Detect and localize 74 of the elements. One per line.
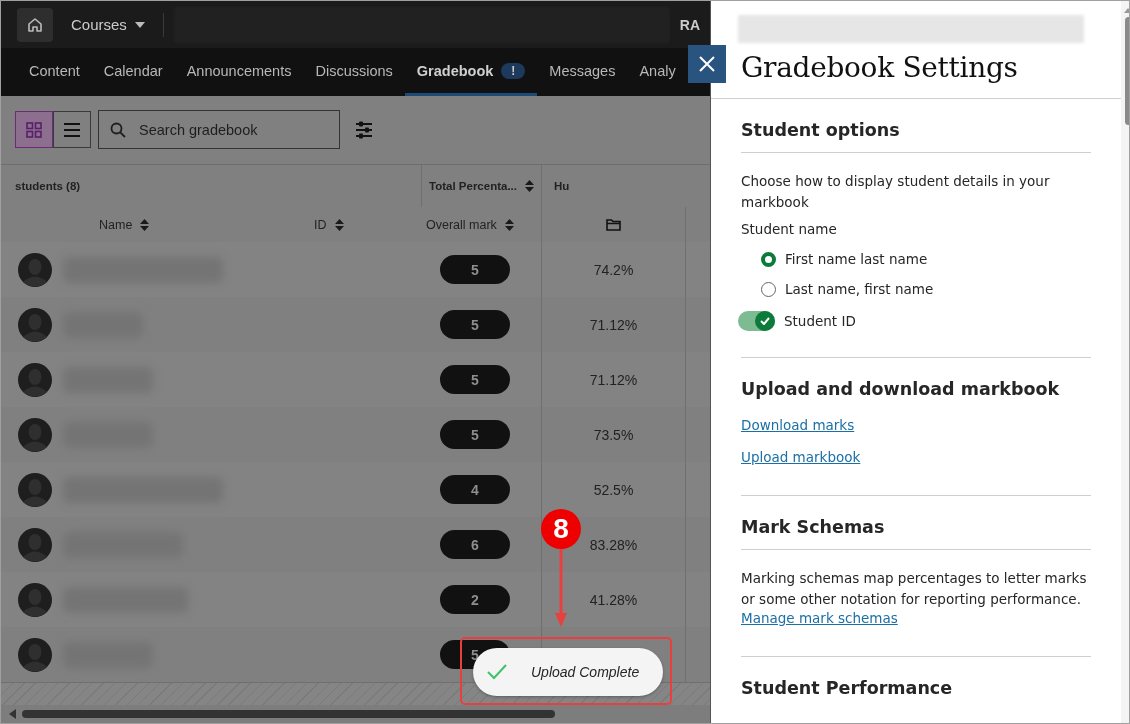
mark-pill[interactable]: 5 bbox=[440, 310, 510, 339]
mark-pill[interactable]: 5 bbox=[440, 420, 510, 449]
link[interactable]: Download marks bbox=[741, 417, 855, 433]
search-field[interactable]: Search gradebook bbox=[98, 110, 340, 150]
field-label: Student name bbox=[741, 221, 838, 237]
toast-message: Upload Complete bbox=[531, 664, 640, 680]
radio-option[interactable]: Last name, first name bbox=[761, 281, 934, 297]
mark-pill[interactable]: 5 bbox=[440, 365, 510, 394]
toggle-switch[interactable] bbox=[738, 311, 775, 331]
nav-tab[interactable]: Discussions bbox=[303, 48, 405, 96]
avatar-icon bbox=[18, 252, 52, 287]
home-button[interactable] bbox=[17, 7, 53, 42]
description-text: Marking schemas map percentages to letter marks or some other notation for reporting performance. bbox=[741, 569, 1088, 609]
courses-menu[interactable]: Courses bbox=[63, 16, 153, 34]
percentage-cell: 74.2% bbox=[593, 261, 634, 278]
avatar-icon bbox=[18, 637, 52, 672]
grid-icon bbox=[26, 121, 42, 138]
avatar-icon bbox=[18, 472, 52, 507]
mark-pill[interactable]: 6 bbox=[440, 530, 510, 559]
scroll-left-icon[interactable] bbox=[9, 709, 16, 719]
column-header[interactable]: Name bbox=[99, 217, 133, 232]
column-header[interactable]: Overall mark bbox=[426, 217, 497, 232]
caret-icon bbox=[134, 21, 145, 28]
mark-pill[interactable]: 5 bbox=[440, 255, 510, 284]
avatar-icon bbox=[18, 527, 52, 562]
avatar-icon bbox=[18, 307, 52, 342]
grid-view-button[interactable] bbox=[15, 111, 53, 149]
nav-tab[interactable]: Announcements bbox=[174, 48, 304, 96]
nav-tab[interactable]: Analy bbox=[627, 48, 688, 96]
section-heading: Upload and download markbook bbox=[741, 379, 1061, 399]
check-icon bbox=[760, 317, 770, 325]
percentage-cell: 41.28% bbox=[589, 591, 638, 608]
checkmark-icon bbox=[487, 664, 507, 680]
radio-option[interactable]: First name last name bbox=[761, 251, 928, 267]
panel-title: Gradebook Settings bbox=[741, 51, 1019, 84]
percentage-cell: 71.12% bbox=[589, 316, 638, 333]
description-text: Choose how to display student details in your markbook bbox=[741, 172, 1051, 212]
sort-icon[interactable] bbox=[140, 218, 150, 231]
mark-pill[interactable]: 2 bbox=[440, 585, 510, 614]
section-heading: Student Performance bbox=[741, 678, 954, 698]
home-icon bbox=[27, 16, 43, 33]
folder-icon bbox=[606, 218, 621, 231]
filter-icon[interactable] bbox=[356, 120, 372, 139]
user-initials[interactable]: RA bbox=[679, 16, 700, 33]
column-header[interactable]: Total Percenta... bbox=[429, 180, 517, 192]
sort-icon[interactable] bbox=[525, 180, 534, 192]
search-icon bbox=[110, 122, 126, 139]
avatar-icon bbox=[18, 362, 52, 397]
sort-icon[interactable] bbox=[504, 218, 514, 231]
close-icon bbox=[699, 56, 715, 72]
percentage-cell: 52.5% bbox=[593, 481, 634, 498]
percentage-cell: 73.5% bbox=[593, 426, 634, 443]
close-button[interactable] bbox=[688, 45, 726, 83]
student-count: students (8) bbox=[14, 179, 82, 194]
alert-badge: ! bbox=[501, 62, 526, 79]
link[interactable]: Manage mark schemas bbox=[741, 610, 898, 626]
section-heading: Mark Schemas bbox=[741, 517, 1091, 550]
toggle-label: Student ID bbox=[784, 313, 856, 329]
percentage-cell: 71.12% bbox=[589, 371, 638, 388]
column-header[interactable]: ID bbox=[314, 217, 327, 232]
nav-tab[interactable]: Messages bbox=[537, 48, 628, 96]
avatar-icon bbox=[18, 417, 52, 452]
column-header[interactable]: Hu bbox=[542, 180, 570, 192]
link[interactable]: Upload markbook bbox=[741, 449, 861, 465]
avatar-icon bbox=[18, 582, 52, 617]
list-view-button[interactable] bbox=[53, 111, 91, 149]
nav-tab[interactable]: Content bbox=[17, 48, 92, 96]
section-heading: Student options bbox=[741, 120, 1091, 153]
mark-pill[interactable]: 4 bbox=[440, 475, 510, 504]
sort-icon[interactable] bbox=[334, 218, 344, 231]
list-icon bbox=[64, 122, 80, 137]
radio-icon[interactable] bbox=[761, 251, 776, 267]
nav-tab[interactable]: Calendar bbox=[91, 48, 175, 96]
percentage-cell: 83.28% bbox=[589, 536, 638, 553]
